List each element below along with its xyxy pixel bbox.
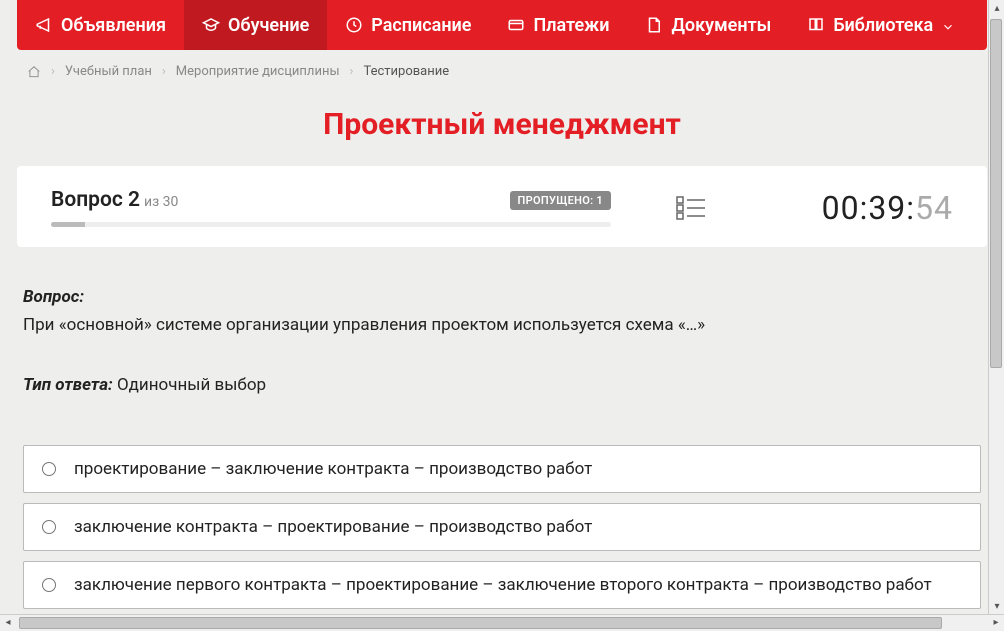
clock-icon: [345, 16, 363, 34]
nav-label: Расписание: [371, 15, 471, 36]
question-status-card: Вопрос 2 из 30 ПРОПУЩЕНО: 1 00:39:54: [17, 166, 987, 247]
vertical-scrollbar[interactable]: ▴ ▾: [988, 0, 1004, 614]
main-nav: Объявления Обучение Расписание Платежи Д…: [17, 0, 987, 50]
breadcrumb: › Учебный план › Мероприятие дисциплины …: [17, 50, 987, 93]
book-icon: [807, 16, 825, 34]
answer-type-label: Тип ответа:: [23, 375, 113, 395]
timer-seconds: 54: [915, 189, 953, 227]
horizontal-scrollbar[interactable]: ◂ ▸: [0, 614, 1004, 630]
answer-radio[interactable]: [42, 578, 56, 592]
chevron-down-icon: [941, 18, 955, 32]
file-icon: [645, 16, 663, 34]
home-icon[interactable]: [27, 65, 41, 79]
chevron-right-icon: ›: [162, 64, 166, 79]
page-title: Проектный менеджмент: [17, 107, 987, 142]
nav-label: Обучение: [228, 15, 309, 36]
scroll-track[interactable]: [16, 616, 988, 630]
scroll-down-arrow[interactable]: ▾: [989, 598, 1004, 614]
skipped-badge: ПРОПУЩЕНО: 1: [510, 191, 611, 210]
answer-option[interactable]: заключение контракта – проектирование – …: [23, 503, 981, 551]
megaphone-icon: [35, 16, 53, 34]
scroll-thumb[interactable]: [990, 19, 1002, 368]
scroll-right-arrow[interactable]: ▸: [988, 615, 1004, 631]
question-text: При «основной» системе организации управ…: [23, 313, 981, 339]
answer-text: заключение первого контракта – проектиро…: [74, 575, 932, 595]
timer-main: 00:39:: [822, 189, 915, 227]
timer: 00:39:54: [771, 189, 953, 227]
breadcrumb-item-current: Тестирование: [363, 64, 449, 79]
question-label: Вопрос:: [23, 287, 981, 307]
scroll-thumb[interactable]: [19, 617, 942, 629]
answer-text: заключение контракта – проектирование – …: [74, 517, 592, 537]
nav-documents[interactable]: Документы: [627, 0, 789, 50]
answer-radio[interactable]: [42, 520, 56, 534]
nav-label: Библиотека: [833, 15, 933, 36]
nav-announcements[interactable]: Объявления: [17, 0, 184, 50]
question-number: Вопрос 2: [51, 188, 140, 212]
question-block: Вопрос: При «основной» системе организац…: [17, 287, 987, 395]
chevron-right-icon: ›: [350, 64, 354, 79]
scroll-left-arrow[interactable]: ◂: [0, 615, 16, 631]
nav-library[interactable]: Библиотека: [789, 0, 973, 50]
nav-payments[interactable]: Платежи: [489, 0, 627, 50]
answers-list: проектирование – заключение контракта – …: [17, 445, 987, 609]
question-total: из 30: [144, 194, 178, 210]
answer-type-value: Одиночный выбор: [113, 375, 266, 395]
answer-option[interactable]: заключение первого контракта – проектиро…: [23, 561, 981, 609]
progress-bar: [51, 222, 611, 227]
graduation-icon: [202, 16, 220, 34]
nav-schedule[interactable]: Расписание: [327, 0, 489, 50]
breadcrumb-item[interactable]: Учебный план: [65, 64, 152, 79]
scroll-up-arrow[interactable]: ▴: [989, 0, 1004, 16]
chevron-right-icon: ›: [51, 64, 55, 79]
answer-text: проектирование – заключение контракта – …: [74, 459, 592, 479]
card-icon: [507, 16, 525, 34]
nav-label: Платежи: [533, 15, 609, 36]
nav-label: Документы: [671, 15, 771, 36]
nav-label: Объявления: [61, 15, 166, 36]
question-grid-icon[interactable]: [676, 195, 706, 221]
breadcrumb-item[interactable]: Мероприятие дисциплины: [176, 64, 340, 79]
answer-type-row: Тип ответа: Одиночный выбор: [23, 375, 981, 395]
progress-fill: [51, 222, 85, 227]
scroll-track[interactable]: [989, 16, 1004, 598]
nav-education[interactable]: Обучение: [184, 0, 327, 50]
answer-option[interactable]: проектирование – заключение контракта – …: [23, 445, 981, 493]
answer-radio[interactable]: [42, 462, 56, 476]
